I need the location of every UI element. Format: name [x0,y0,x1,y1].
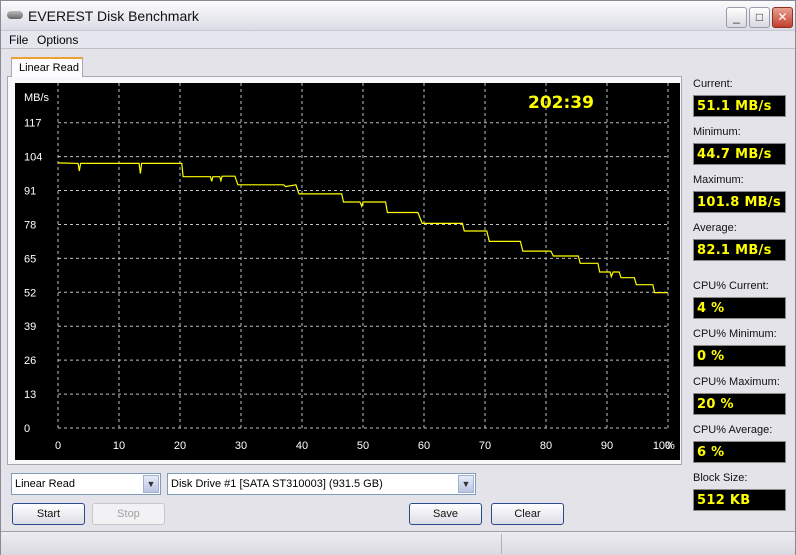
x-tick-label: 20 [174,440,186,452]
elapsed-timer: 202:39 [528,93,594,113]
y-tick-label: 117 [24,118,42,130]
chart-svg: 0 10 20 30 40 50 60 70 80 90 100013263952657891104… [24,83,675,452]
stat-label: Maximum: [693,174,744,186]
stat-label: CPU% Maximum: [693,376,780,388]
window-title: EVEREST Disk Benchmark [28,8,199,24]
x-tick-label: 30 [235,440,247,452]
stat-label: CPU% Current: [693,280,769,292]
x-tick-label: 0 [55,440,61,452]
stat-label: Current: [693,78,733,90]
stat-label: Block Size: [693,472,748,484]
chevron-down-icon[interactable]: ▼ [143,475,159,493]
minimize-button[interactable]: _ [726,7,747,28]
start-button[interactable]: Start [12,503,85,525]
status-bar [1,531,795,555]
stat-value: 4 % [693,297,786,319]
y-tick-label: 91 [24,186,36,198]
disk-icon [7,11,23,19]
stat-label: CPU% Average: [693,424,773,436]
stat-value: 0 % [693,345,786,367]
drive-value: Disk Drive #1 [SATA ST310003] (931.5 GB) [171,478,383,490]
y-tick-label: 52 [24,287,36,299]
tab-linear-read[interactable]: Linear Read [11,57,83,77]
menu-file[interactable]: File [9,33,28,47]
title-bar: EVEREST Disk Benchmark _ □ ✕ [1,1,795,31]
stat-label: CPU% Minimum: [693,328,777,340]
y-tick-label: 26 [24,355,36,367]
x-tick-label: 50 [357,440,369,452]
y-tick-label: 39 [24,321,36,333]
stat-value: 20 % [693,393,786,415]
test-type-select[interactable]: Linear Read ▼ [11,473,161,495]
x-tick-label: 40 [296,440,308,452]
save-button[interactable]: Save [409,503,482,525]
stop-button[interactable]: Stop [92,503,165,525]
app-window: EVEREST Disk Benchmark _ □ ✕ File Option… [0,0,796,555]
x-tick-label: 60 [418,440,430,452]
menu-options[interactable]: Options [37,33,78,47]
close-button[interactable]: ✕ [772,7,793,28]
maximize-button[interactable]: □ [749,7,770,28]
x-axis-unit: % [665,440,675,452]
stat-value: 51.1 MB/s [693,95,786,117]
stat-value: 82.1 MB/s [693,239,786,261]
y-tick-label: 65 [24,253,36,265]
stat-value: 101.8 MB/s [693,191,786,213]
y-tick-label: 78 [24,219,36,231]
benchmark-chart: 0 10 20 30 40 50 60 70 80 90 100 0 13 26 39 52 65 78 91 104… [15,83,680,460]
y-tick-label: 0 [24,423,30,435]
menu-bar: File Options [1,31,795,49]
y-tick-label: 104 [24,152,42,164]
stat-value: 6 % [693,441,786,463]
test-type-value: Linear Read [15,478,75,490]
stat-value: 44.7 MB/s [693,143,786,165]
stat-label: Minimum: [693,126,741,138]
stat-label: Average: [693,222,737,234]
stat-value: 512 KB [693,489,786,511]
y-axis-label: MB/s [24,92,50,104]
drive-select[interactable]: Disk Drive #1 [SATA ST310003] (931.5 GB)… [167,473,476,495]
x-tick-label: 90 [601,440,613,452]
y-tick-label: 13 [24,389,36,401]
chevron-down-icon[interactable]: ▼ [458,475,474,493]
status-divider [501,534,502,554]
x-tick-label: 10 [113,440,125,452]
x-tick-label: 70 [479,440,491,452]
clear-button[interactable]: Clear [491,503,564,525]
x-tick-label: 80 [540,440,552,452]
